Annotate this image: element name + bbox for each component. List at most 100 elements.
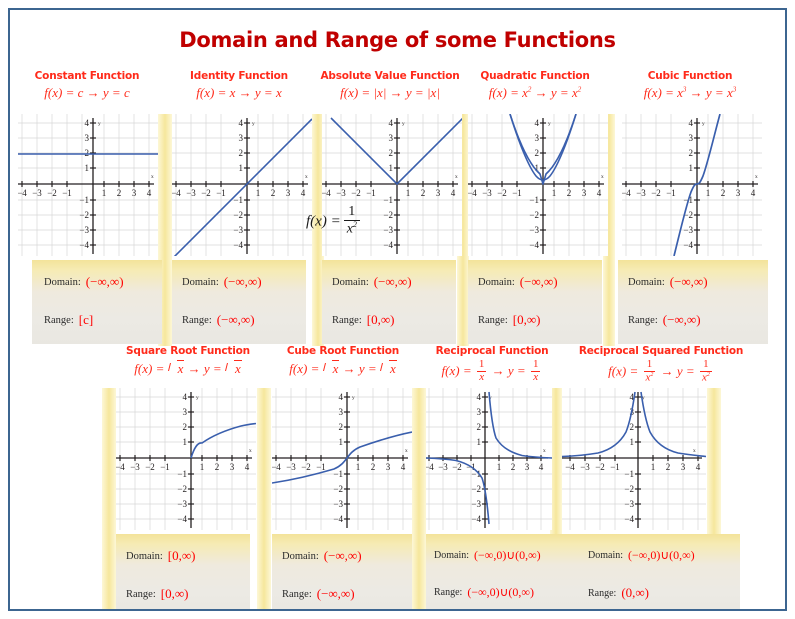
svg-text:2: 2 bbox=[511, 462, 516, 472]
function-formula-reciprocal-squared: f(x) = 1 x2 → y = 1 x2 bbox=[608, 358, 712, 384]
y-axis-label: y bbox=[252, 121, 255, 127]
svg-text:−1: −1 bbox=[529, 195, 539, 205]
svg-text:4: 4 bbox=[301, 188, 306, 198]
graph-svg-reciprocal-squared: −4 −3 −2 −1 12 34 43 21 −1−2 −3−4 x y bbox=[561, 388, 707, 530]
function-card-square-root: Square Root Function f(x) = x → y = x bbox=[108, 345, 268, 377]
svg-text:4: 4 bbox=[339, 392, 344, 402]
function-formula-cubic: f(x) = x3 → y = x3 bbox=[643, 85, 737, 100]
function-formula-cube-root: f(x) = x → y = x bbox=[289, 360, 397, 376]
overlay-formula-denominator: x2 bbox=[346, 219, 357, 237]
svg-text:−4: −4 bbox=[529, 240, 539, 250]
svg-text:−3: −3 bbox=[471, 499, 481, 509]
svg-text:3: 3 bbox=[525, 462, 530, 472]
range-value: (−∞,∞) bbox=[316, 586, 355, 601]
svg-text:3: 3 bbox=[681, 462, 686, 472]
plot-curve-branch-negative bbox=[561, 391, 636, 458]
range-line: Range: (−∞,∞) bbox=[628, 312, 768, 328]
svg-text:2: 2 bbox=[721, 188, 726, 198]
x-axis-label: x bbox=[305, 174, 308, 180]
separator-strip bbox=[102, 388, 116, 609]
svg-text:−1: −1 bbox=[624, 469, 634, 479]
svg-text:2: 2 bbox=[271, 188, 276, 198]
svg-text:3: 3 bbox=[477, 407, 482, 417]
svg-text:4: 4 bbox=[597, 188, 602, 198]
range-line: Range: [0,∞) bbox=[332, 312, 456, 328]
domain-value: (−∞,∞) bbox=[373, 274, 412, 289]
domain-label: Domain: bbox=[332, 276, 369, 288]
page-title: Domain and Range of some Functions bbox=[179, 28, 616, 52]
domain-line: Domain: (−∞,∞) bbox=[282, 548, 412, 564]
svg-text:−2: −2 bbox=[452, 462, 462, 472]
domain-label: Domain: bbox=[126, 550, 163, 562]
svg-text:−2: −2 bbox=[497, 188, 507, 198]
overlay-formula-numerator: 1 bbox=[343, 204, 360, 221]
function-card-reciprocal-squared: Reciprocal Squared Function f(x) = 1 x2 →… bbox=[556, 345, 766, 385]
function-card-identity: Identity Function f(x) = x → y = x bbox=[166, 70, 312, 101]
y-axis-label: y bbox=[352, 395, 355, 401]
domain-range-panel-quadratic: Domain: (−∞,∞) Range: [0,∞) bbox=[468, 260, 602, 344]
function-title-reciprocal-squared: Reciprocal Squared Function bbox=[578, 345, 744, 357]
range-value: [c] bbox=[78, 312, 94, 327]
svg-text:2: 2 bbox=[689, 148, 694, 158]
svg-text:1: 1 bbox=[102, 188, 107, 198]
svg-text:4: 4 bbox=[477, 392, 482, 402]
svg-text:−3: −3 bbox=[177, 499, 187, 509]
graph-reciprocal: −4−3 −2−1 12 34 43 21 −1−2 −3−4 x y bbox=[424, 388, 553, 530]
domain-label: Domain: bbox=[182, 276, 219, 288]
domain-range-panel-absolute-value: Domain: (−∞,∞) Range: [0,∞) bbox=[322, 260, 456, 344]
function-card-constant: Constant Function f(x) = c → y = c bbox=[12, 70, 162, 101]
range-value: (0,∞) bbox=[621, 585, 650, 600]
function-card-cubic: Cubic Function f(x) = x3 → y = x3 bbox=[610, 70, 770, 101]
domain-label: Domain: bbox=[282, 550, 319, 562]
svg-text:−4: −4 bbox=[471, 514, 481, 524]
function-title-reciprocal: Reciprocal Function bbox=[435, 345, 549, 357]
y-axis-label: y bbox=[548, 121, 551, 127]
svg-text:−3: −3 bbox=[186, 188, 196, 198]
svg-text:−2: −2 bbox=[383, 210, 393, 220]
y-axis-label: y bbox=[98, 121, 101, 127]
y-axis-label: y bbox=[702, 121, 705, 127]
svg-text:2: 2 bbox=[215, 462, 220, 472]
x-axis-label: x bbox=[755, 174, 758, 180]
domain-value: (−∞,∞) bbox=[85, 274, 124, 289]
svg-text:4: 4 bbox=[689, 118, 694, 128]
graph-cube-root: −4 −3 −2 −1 12 34 43 21 −1 −2 −3 −4 x y bbox=[271, 388, 413, 530]
svg-text:−4: −4 bbox=[322, 188, 331, 198]
svg-text:1: 1 bbox=[477, 437, 482, 447]
function-formula-square-root: f(x) = x → y = x bbox=[134, 360, 242, 376]
svg-text:2: 2 bbox=[567, 188, 572, 198]
domain-range-panel-reciprocal-squared: Domain: (−∞,0)∪(0,∞) Range: (0,∞) bbox=[580, 534, 740, 609]
svg-text:−2: −2 bbox=[47, 188, 57, 198]
range-line: Range: [0,∞) bbox=[478, 312, 602, 328]
range-label: Range: bbox=[332, 314, 362, 326]
svg-text:−4: −4 bbox=[233, 240, 243, 250]
domain-label: Domain: bbox=[478, 276, 515, 288]
overlay-formula-lhs: f(x) = bbox=[306, 213, 341, 230]
svg-text:−3: −3 bbox=[79, 225, 89, 235]
domain-range-panel-square-root: Domain: [0,∞) Range: [0,∞) bbox=[116, 534, 250, 609]
range-line: Range: (−∞,0)∪(0,∞) bbox=[434, 585, 580, 600]
svg-text:−3: −3 bbox=[683, 225, 693, 235]
svg-text:4: 4 bbox=[451, 188, 456, 198]
svg-text:−1: −1 bbox=[316, 462, 326, 472]
range-label: Range: bbox=[182, 314, 212, 326]
svg-text:1: 1 bbox=[689, 163, 694, 173]
svg-text:−2: −2 bbox=[177, 484, 187, 494]
svg-text:3: 3 bbox=[239, 133, 244, 143]
svg-text:3: 3 bbox=[389, 133, 394, 143]
svg-text:−1: −1 bbox=[216, 188, 226, 198]
svg-text:−1: −1 bbox=[366, 188, 376, 198]
svg-text:−2: −2 bbox=[233, 210, 243, 220]
svg-text:3: 3 bbox=[582, 188, 587, 198]
svg-text:−2: −2 bbox=[333, 484, 343, 494]
function-formula-reciprocal: f(x) = 1x → y = 1x bbox=[441, 358, 541, 383]
range-value: [0,∞) bbox=[160, 586, 189, 601]
function-title-cube-root: Cube Root Function bbox=[286, 345, 400, 357]
domain-line: Domain: [0,∞) bbox=[126, 548, 250, 564]
domain-value: [0,∞) bbox=[167, 548, 196, 563]
svg-text:−4: −4 bbox=[172, 188, 181, 198]
svg-text:3: 3 bbox=[132, 188, 137, 198]
range-value: [0,∞) bbox=[512, 312, 541, 327]
graph-svg-identity: −4 −3 −2 −1 12 34 43 21 −1−2 −3−4 x y bbox=[171, 114, 313, 260]
function-title-quadratic: Quadratic Function bbox=[480, 70, 590, 82]
